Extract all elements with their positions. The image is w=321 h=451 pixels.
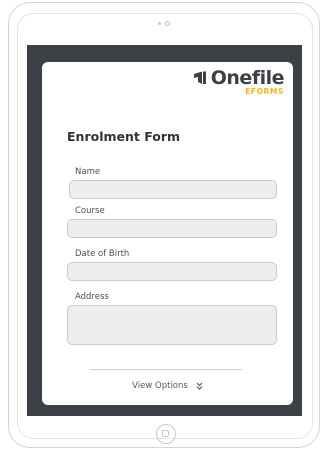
onefile-flag-icon [193, 71, 206, 84]
camera-icon [165, 21, 170, 26]
date-of-birth-label: Date of Birth [75, 249, 130, 259]
course-field[interactable] [67, 219, 277, 238]
name-label: Name [75, 167, 101, 177]
address-field[interactable] [67, 305, 277, 345]
form-title: Enrolment Form [67, 129, 181, 144]
double-chevron-down-icon [196, 382, 203, 390]
course-label: Course [75, 206, 105, 216]
view-options-label: View Options [132, 381, 188, 391]
brand-name: Onefile [210, 67, 285, 89]
view-options-button[interactable]: View Options [42, 381, 293, 391]
date-of-birth-field[interactable] [67, 262, 277, 281]
address-label: Address [75, 292, 109, 302]
name-field[interactable] [69, 180, 277, 199]
home-button-icon[interactable] [156, 424, 176, 444]
sensor-icon [158, 22, 161, 25]
enrolment-form-card: Onefile EFORMS Enrolment Form Name Cours… [42, 62, 293, 405]
divider [90, 369, 242, 370]
brand-logo: Onefile EFORMS [192, 67, 285, 96]
